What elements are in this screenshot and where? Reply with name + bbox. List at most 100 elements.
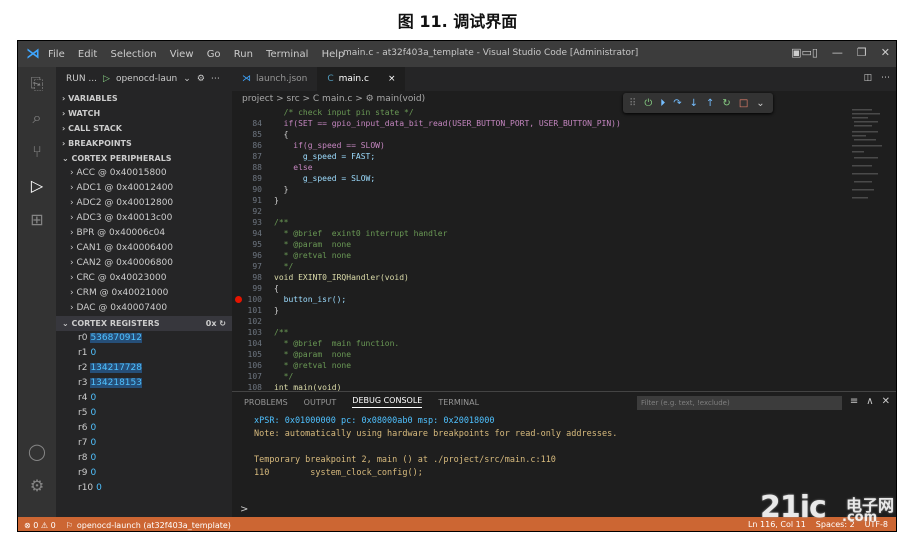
peripheral-item[interactable]: › DAC @ 0x40007400 [56, 301, 232, 316]
line-number[interactable]: 89 [232, 173, 274, 184]
menu-run[interactable]: Run [234, 49, 253, 60]
more-icon[interactable]: ⋯ [211, 74, 220, 84]
line-number[interactable]: 105 [232, 349, 274, 360]
line-number[interactable]: 106 [232, 360, 274, 371]
restore-icon[interactable]: ❐ [857, 46, 867, 59]
layout-icon[interactable]: ▣▭▯ [791, 46, 818, 59]
register-row[interactable]: r4 0 [56, 391, 232, 406]
code-line[interactable]: 86 if(g_speed == SLOW) [232, 140, 872, 151]
line-number[interactable]: 93 [232, 217, 274, 228]
line-number[interactable]: 84 [232, 118, 274, 129]
peripheral-item[interactable]: › ACC @ 0x40015800 [56, 166, 232, 181]
line-number[interactable]: 92 [232, 206, 274, 217]
tab-close-icon[interactable]: × [388, 67, 396, 91]
menu-help[interactable]: Help [322, 49, 345, 60]
launch-status[interactable]: openocd-launch (at32f403a_template) [77, 521, 231, 530]
breadcrumb[interactable]: project > src > C main.c > ⚙ main(void) [232, 91, 425, 107]
console-prompt[interactable]: > [240, 504, 248, 515]
peripheral-item[interactable]: › CAN1 @ 0x40006400 [56, 241, 232, 256]
gear-icon[interactable]: ⚙ [197, 74, 205, 84]
menu-file[interactable]: File [48, 49, 65, 60]
refresh-icon[interactable]: ↻ [219, 319, 226, 328]
close-icon[interactable]: ✕ [881, 46, 890, 59]
register-row[interactable]: r7 0 [56, 436, 232, 451]
code-line[interactable]: 89 g_speed = SLOW; [232, 173, 872, 184]
code-line[interactable]: 100 button_isr(); [232, 294, 872, 305]
tab-problems[interactable]: PROBLEMS [244, 398, 288, 407]
code-line[interactable]: 101} [232, 305, 872, 316]
register-row[interactable]: r5 0 [56, 406, 232, 421]
menu-edit[interactable]: Edit [78, 49, 97, 60]
chevron-down-icon[interactable]: ⌄ [756, 98, 764, 109]
menu-go[interactable]: Go [207, 49, 221, 60]
peripheral-item[interactable]: › CAN2 @ 0x40006800 [56, 256, 232, 271]
code-line[interactable]: 108 int main(void) [232, 382, 872, 391]
close-panel-icon[interactable]: ✕ [882, 396, 890, 407]
launch-config-select[interactable]: openocd-laun [116, 74, 177, 84]
line-number[interactable]: 87 [232, 151, 274, 162]
line-number[interactable]: 102 [232, 316, 274, 327]
peripheral-item[interactable]: › ADC3 @ 0x40013c00 [56, 211, 232, 226]
code-line[interactable]: 85 { [232, 129, 872, 140]
code-line[interactable]: 94 * @brief exint0 interrupt handler [232, 228, 872, 239]
code-line[interactable]: 105 * @param none [232, 349, 872, 360]
explorer-icon[interactable]: ⎘ [26, 73, 48, 95]
peripheral-item[interactable]: › CRC @ 0x40023000 [56, 271, 232, 286]
section-call-stack[interactable]: › CALL STACK [56, 121, 232, 136]
code-line[interactable]: 91} [232, 195, 872, 206]
tab-output[interactable]: OUTPUT [304, 398, 337, 407]
code-line[interactable]: 96 * @retval none [232, 250, 872, 261]
step-into-icon[interactable]: ↓ [690, 98, 698, 109]
code-line[interactable]: 97 */ [232, 261, 872, 272]
code-line[interactable]: 104 * @brief main function. [232, 338, 872, 349]
line-number[interactable]: 99 [232, 283, 274, 294]
peripheral-item[interactable]: › ADC1 @ 0x40012400 [56, 181, 232, 196]
extensions-icon[interactable]: ⊞ [26, 209, 48, 231]
line-number[interactable]: 95 [232, 239, 274, 250]
peripheral-item[interactable]: › BPR @ 0x40006c04 [56, 226, 232, 241]
line-number[interactable]: 100 [232, 294, 274, 305]
register-row[interactable]: r3 134218153 [56, 376, 232, 391]
step-out-icon[interactable]: ↑ [706, 98, 714, 109]
code-line[interactable]: 84 if(SET == gpio_input_data_bit_read(US… [232, 118, 872, 129]
code-line[interactable]: 88 else [232, 162, 872, 173]
line-number[interactable]: 91 [232, 195, 274, 206]
section-cortex-peripherals[interactable]: ⌄ CORTEX PERIPHERALS [56, 151, 232, 166]
register-row[interactable]: r0 536870912 [56, 331, 232, 346]
line-number[interactable]: 108 [232, 382, 274, 391]
peripheral-item[interactable]: › CRM @ 0x40021000 [56, 286, 232, 301]
start-debug-icon[interactable]: ▷ [103, 74, 110, 84]
section-watch[interactable]: › WATCH [56, 106, 232, 121]
console-filter-input[interactable]: Filter (e.g. text, !exclude) [637, 396, 842, 410]
settings-gear-icon[interactable]: ⚙ [26, 475, 48, 497]
line-number[interactable]: 86 [232, 140, 274, 151]
source-control-icon[interactable]: ⑂ [26, 141, 48, 163]
register-row[interactable]: r1 0 [56, 346, 232, 361]
code-line[interactable]: 107 */ [232, 371, 872, 382]
menu-terminal[interactable]: Terminal [266, 49, 308, 60]
peripheral-item[interactable]: › ADC2 @ 0x40012800 [56, 196, 232, 211]
maximize-panel-icon[interactable]: ∧ [866, 396, 873, 407]
code-line[interactable]: 102 [232, 316, 872, 327]
line-number[interactable]: 107 [232, 371, 274, 382]
code-line[interactable]: 93/** [232, 217, 872, 228]
more-actions-icon[interactable]: ⋯ [881, 73, 890, 83]
problems-indicator[interactable]: ⊗ 0 ⚠ 0 [24, 521, 56, 530]
continue-icon[interactable]: ⏵ [660, 98, 665, 109]
line-number[interactable] [232, 107, 274, 118]
drag-handle-icon[interactable]: ⠿ [629, 98, 636, 109]
code-line[interactable]: 98 void EXINT0_IRQHandler(void) [232, 272, 872, 283]
code-editor[interactable]: /* check input pin state */84 if(SET == … [232, 107, 872, 391]
search-icon[interactable]: ⌕ [26, 107, 48, 129]
code-line[interactable]: 106 * @retval none [232, 360, 872, 371]
code-line[interactable]: 99{ [232, 283, 872, 294]
run-debug-icon[interactable]: ▷ [26, 175, 48, 197]
register-row[interactable]: r10 0 [56, 481, 232, 496]
breakpoint-icon[interactable] [235, 296, 242, 303]
section-breakpoints[interactable]: › BREAKPOINTS [56, 136, 232, 151]
split-editor-icon[interactable]: ◫ [864, 73, 873, 83]
menu-view[interactable]: View [170, 49, 194, 60]
power-icon[interactable]: ⏻ [644, 98, 652, 109]
clear-console-icon[interactable]: ≡ [850, 396, 858, 407]
line-number[interactable]: 103 [232, 327, 274, 338]
